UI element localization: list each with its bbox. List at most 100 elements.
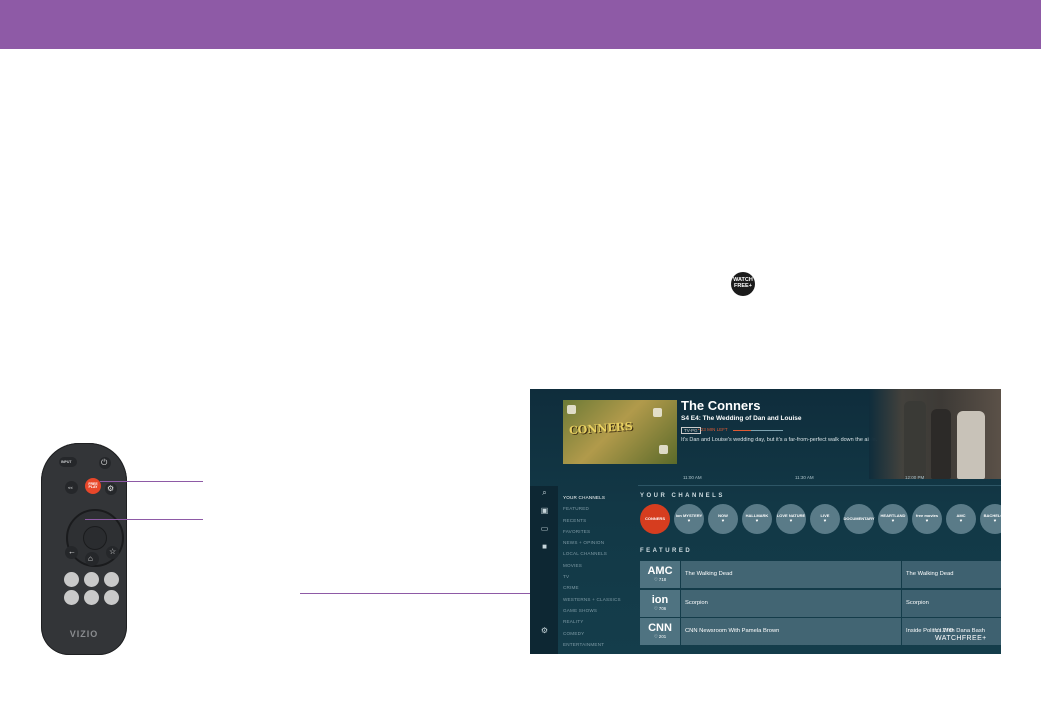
channel-logo[interactable]: CNN ♡ 201 xyxy=(640,618,680,645)
category-item[interactable]: NEWS + OPINION xyxy=(563,537,621,548)
hero-episode: S4 E4: The Wedding of Dan and Louise xyxy=(681,415,802,422)
category-item[interactable]: GAME SHOWS xyxy=(563,605,621,616)
program-next[interactable]: Scorpion xyxy=(902,589,1001,617)
pointer-line-dpad xyxy=(85,519,203,520)
watermark-line1: VIZIO xyxy=(935,628,955,634)
dpad-ok-button[interactable] xyxy=(83,526,107,550)
program-now[interactable]: CNN Newsroom With Pamela Brown xyxy=(681,618,901,645)
figure-silhouette xyxy=(904,401,926,479)
featured-heading: FEATURED xyxy=(640,548,693,554)
show-logo: CONNERS xyxy=(568,419,634,438)
channel-tile[interactable]: LOVE NATURE ♥ xyxy=(776,504,806,534)
channel-tile[interactable]: DOCUMENTARY xyxy=(843,504,875,534)
profile-icon[interactable]: ▣ xyxy=(540,506,549,515)
hero-description: It's Dan and Louise's wedding day, but i… xyxy=(681,437,878,443)
pointer-line-freeplay xyxy=(100,481,203,482)
category-item[interactable]: TV xyxy=(563,571,621,582)
category-item[interactable]: WESTERNS + CLASSICS xyxy=(563,594,621,605)
watchfree-logo-icon: WATCH FREE+ xyxy=(731,272,755,296)
category-item[interactable]: MOVIES xyxy=(563,560,621,571)
heart-icon: ♥ xyxy=(925,518,929,524)
heart-icon: ♥ xyxy=(755,518,759,524)
channel-label: DOCUMENTARY xyxy=(843,515,875,521)
hero-title: The Conners xyxy=(681,398,761,413)
input-button[interactable]: INPUT xyxy=(59,457,77,467)
back-skip-label: << xyxy=(68,485,73,490)
channel-tile[interactable]: ion MYSTERY ♥ xyxy=(674,504,704,534)
app-button-6[interactable] xyxy=(104,590,119,605)
category-item[interactable]: ENTERTAINMENT xyxy=(563,639,621,650)
channel-tile[interactable]: HALLMARK ♥ xyxy=(742,504,772,534)
channel-tile[interactable]: BACHELOR♥ xyxy=(980,504,1001,534)
timeline-label: 12:00 PM xyxy=(905,475,925,480)
program-now[interactable]: Scorpion xyxy=(681,589,901,617)
hero-photo xyxy=(869,389,1001,479)
guide-row: AMC ♡ 718 The Walking Dead The Walking Dead xyxy=(640,561,1001,588)
side-rail: ⌕ ▣ ▭ ■ ⚙ xyxy=(530,486,558,654)
home-icon: ⌂ xyxy=(88,554,93,563)
back-button[interactable]: ← xyxy=(65,546,78,559)
category-item[interactable]: FAVORITES xyxy=(563,526,621,537)
heart-icon: ♥ xyxy=(823,518,827,524)
timeline-label: 11:30 AM xyxy=(795,475,814,480)
guide-icon[interactable]: ▭ xyxy=(540,524,549,533)
timeline-divider xyxy=(638,485,1001,486)
settings-button[interactable]: ⚙ xyxy=(105,483,117,495)
live-tv-icon[interactable]: ■ xyxy=(540,542,549,551)
category-item[interactable]: REALITY xyxy=(563,616,621,627)
back-skip-button[interactable]: << xyxy=(65,481,78,494)
favorite-button[interactable]: ☆ xyxy=(106,546,119,559)
category-item[interactable]: LOCAL CHANNELS xyxy=(563,548,621,559)
program-now[interactable]: The Walking Dead xyxy=(681,561,901,588)
channel-tile[interactable]: free movies ♥ xyxy=(912,504,942,534)
tv-screen: CONNERS The Conners S4 E4: The Wedding o… xyxy=(530,389,1001,654)
category-item[interactable]: RECENTS xyxy=(563,515,621,526)
channel-tile[interactable]: CONNERS xyxy=(640,504,670,534)
search-icon[interactable]: ⌕ xyxy=(540,488,549,497)
heart-icon: ♥ xyxy=(891,518,895,524)
channel-logo-text: ion xyxy=(651,593,669,606)
progress-fill xyxy=(733,430,751,431)
channel-label: BACHELOR xyxy=(983,513,1001,519)
heart-icon: ♥ xyxy=(687,518,691,524)
power-button[interactable]: ⏻ xyxy=(99,457,111,469)
gear-icon[interactable]: ⚙ xyxy=(540,626,549,635)
remote-brand-logo: VIZIO xyxy=(69,629,99,639)
heart-icon: ♥ xyxy=(721,518,725,524)
category-item[interactable]: CRIME xyxy=(563,582,621,593)
back-arrow-icon: ← xyxy=(68,547,76,556)
channel-number: ♡ 706 xyxy=(653,605,667,611)
your-channels-heading: YOUR CHANNELS xyxy=(640,493,725,499)
channel-label: CONNERS xyxy=(644,515,665,521)
heart-icon: ♥ xyxy=(959,518,963,524)
timeline-label: 11:00 AM xyxy=(683,475,702,480)
channel-logo-text: CNN xyxy=(648,622,672,634)
app-button-5[interactable] xyxy=(84,590,99,605)
app-button-2[interactable] xyxy=(84,572,99,587)
channel-number: ♡ 201 xyxy=(653,634,667,639)
gear-icon: ⚙ xyxy=(107,484,115,493)
free-play-button[interactable]: FREE PLAY xyxy=(85,478,101,494)
category-item[interactable]: YOUR CHANNELS xyxy=(563,492,621,503)
channel-tile[interactable]: AMC ♥ xyxy=(946,504,976,534)
power-icon: ⏻ xyxy=(101,458,108,467)
channel-logo[interactable]: AMC ♡ 718 xyxy=(640,561,680,588)
category-item[interactable]: COMEDY xyxy=(563,628,621,639)
program-next[interactable]: The Walking Dead xyxy=(902,561,1001,588)
star-icon: ☆ xyxy=(109,547,117,556)
app-button-4[interactable] xyxy=(64,590,79,605)
channel-tile[interactable]: LIVE ♥ xyxy=(810,504,840,534)
heart-icon: ♥ xyxy=(993,518,997,524)
channel-tile[interactable]: HEARTLAND ♥ xyxy=(878,504,908,534)
category-item[interactable]: FEATURED xyxy=(563,503,621,514)
channel-number: ♡ 718 xyxy=(653,577,667,582)
channel-tile[interactable]: NOW ♥ xyxy=(708,504,738,534)
top-banner xyxy=(0,0,1041,49)
free-play-label: FREE PLAY xyxy=(88,481,98,489)
channel-logo-text: AMC xyxy=(647,565,673,577)
channel-logo[interactable]: ion ♡ 706 xyxy=(640,589,680,617)
app-button-1[interactable] xyxy=(64,572,79,587)
hero-thumbnail[interactable]: CONNERS xyxy=(563,400,677,464)
home-button[interactable]: ⌂ xyxy=(85,552,99,566)
app-button-3[interactable] xyxy=(104,572,119,587)
